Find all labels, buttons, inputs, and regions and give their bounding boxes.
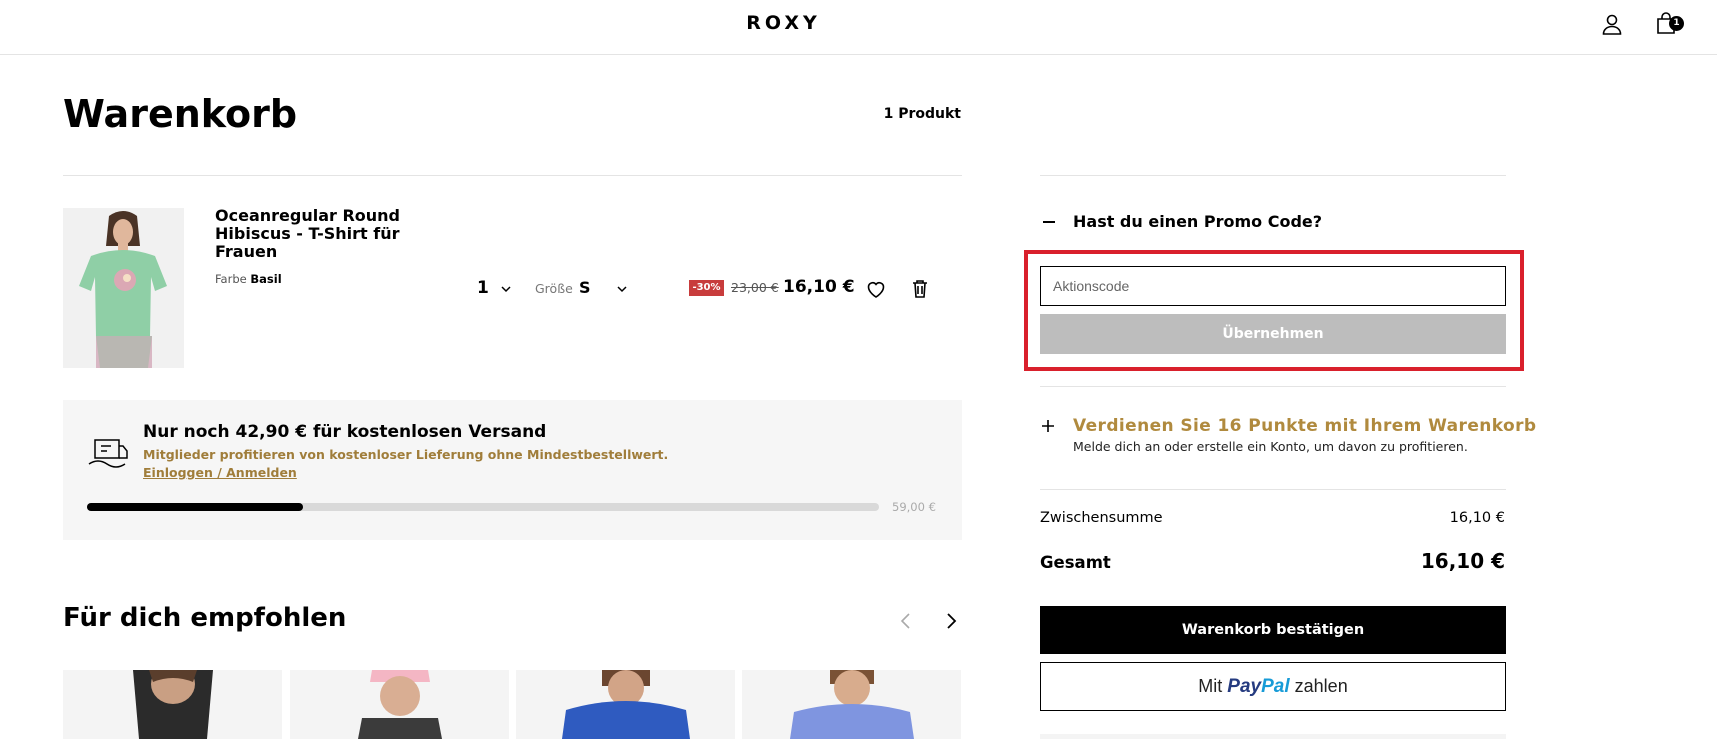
paypal-button[interactable]: Mit PayPal zahlen: [1040, 662, 1506, 711]
chevron-down-icon[interactable]: [615, 281, 629, 295]
size-select[interactable]: S: [579, 278, 591, 297]
product-image[interactable]: [63, 208, 184, 368]
paypal-suffix: zahlen: [1294, 676, 1348, 696]
paypal-logo-pay: Pay: [1227, 676, 1262, 697]
site-header: ROXY 1: [0, 0, 1717, 55]
promo-code-toggle[interactable]: Hast du einen Promo Code?: [1040, 211, 1505, 233]
shipping-progress-bar: [87, 503, 879, 511]
checkout-button[interactable]: Warenkorb bestätigen: [1040, 606, 1506, 654]
quantity-select[interactable]: 1: [477, 278, 489, 298]
chevron-right-icon[interactable]: [940, 610, 962, 632]
heart-icon[interactable]: [864, 277, 888, 301]
roxy-logo[interactable]: ROXY: [0, 12, 1567, 34]
cart-count-badge: 1: [1669, 16, 1684, 31]
login-register-link[interactable]: Einloggen / Anmelden: [143, 465, 297, 480]
chevron-left-icon[interactable]: [895, 610, 917, 632]
paypal-logo-pal: Pal: [1261, 676, 1290, 697]
summary-footer-strip: [1040, 734, 1506, 739]
divider: [1040, 489, 1506, 490]
product-count: 1 Produkt: [883, 106, 961, 122]
minus-icon: [1043, 221, 1055, 223]
shipping-progress-fill: [87, 503, 304, 511]
shipping-title: Nur noch 42,90 € für kostenlosen Versand: [143, 422, 547, 442]
product-name[interactable]: Oceanregular Round Hibiscus - T-Shirt fü…: [215, 207, 415, 261]
page-title: Warenkorb: [63, 92, 298, 136]
promo-code-label: Hast du einen Promo Code?: [1073, 212, 1323, 231]
user-icon[interactable]: [1600, 12, 1624, 36]
recommended-product-card[interactable]: [742, 670, 961, 739]
recommended-product-card[interactable]: [516, 670, 735, 739]
loyalty-points-subtitle: Melde dich an oder erstelle ein Konto, u…: [1073, 439, 1468, 454]
divider: [63, 175, 962, 176]
recommended-product-card[interactable]: [290, 670, 509, 739]
color-value: Basil: [250, 272, 282, 286]
recommendations-title: Für dich empfohlen: [63, 603, 347, 633]
discount-badge: -30%: [689, 280, 724, 296]
chevron-down-icon[interactable]: [499, 281, 513, 295]
shipping-goal: 59,00 €: [892, 500, 936, 514]
shipping-subtitle: Mitglieder profitieren von kostenloser L…: [143, 447, 669, 462]
subtotal-value: 16,10 €: [1449, 510, 1505, 526]
total-value: 16,10 €: [1420, 549, 1505, 573]
shopping-bag-icon[interactable]: 1: [1655, 12, 1684, 36]
color-label: Farbe: [215, 272, 247, 286]
subtotal-label: Zwischensumme: [1040, 510, 1163, 526]
paypal-logo: PayPal: [1227, 676, 1289, 697]
size-label: Größe: [535, 281, 573, 296]
delivery-truck-icon: [87, 434, 129, 468]
free-shipping-box: Nur noch 42,90 € für kostenlosen Versand…: [63, 400, 962, 540]
recommended-product-card[interactable]: [63, 670, 282, 739]
old-price: 23,00 €: [731, 280, 779, 295]
promo-code-input[interactable]: [1040, 266, 1506, 306]
paypal-prefix: Mit: [1198, 676, 1223, 696]
product-color: Farbe Basil: [215, 272, 282, 286]
apply-promo-button[interactable]: Übernehmen: [1040, 314, 1506, 354]
divider: [1040, 175, 1506, 176]
plus-icon[interactable]: [1041, 418, 1055, 432]
loyalty-points-title[interactable]: Verdienen Sie 16 Punkte mit Ihrem Warenk…: [1073, 416, 1536, 436]
total-label: Gesamt: [1040, 553, 1111, 572]
divider: [1040, 386, 1506, 387]
trash-icon[interactable]: [908, 277, 932, 301]
current-price: 16,10 €: [783, 277, 855, 297]
